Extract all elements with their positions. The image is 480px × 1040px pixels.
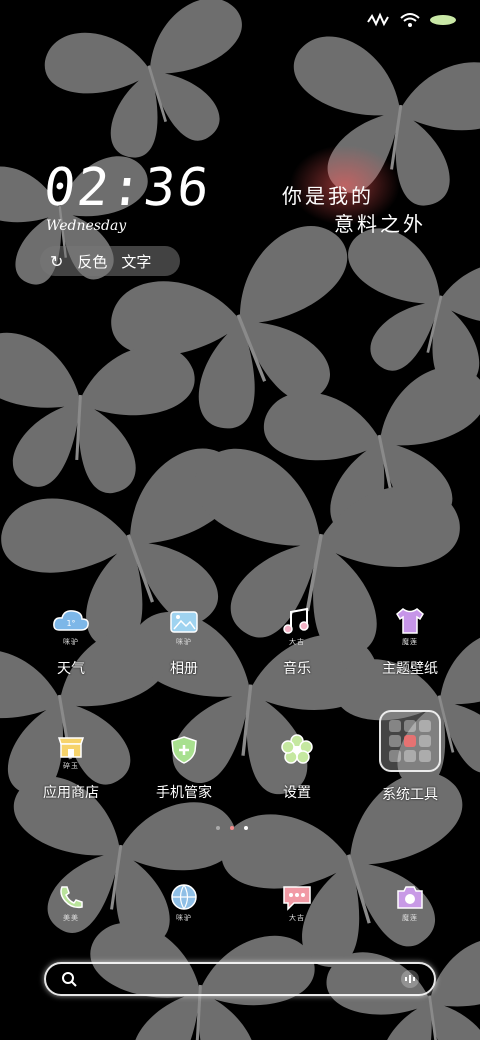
weather-icon: 1° 咪驴	[41, 598, 101, 654]
dock-camera[interactable]: 魔莲	[355, 872, 465, 932]
app-label: 主题壁纸	[382, 661, 438, 677]
app-tag: 碎玉	[63, 761, 79, 770]
quote-line-2: 意料之外	[334, 212, 426, 236]
page-indicator	[216, 826, 248, 830]
app-tag: 咪驴	[176, 637, 192, 646]
dock-phone[interactable]: 美美	[16, 872, 126, 932]
tshirt-icon: 魔莲	[380, 598, 440, 654]
search-bar[interactable]	[44, 962, 436, 996]
app-tag: 咪驴	[63, 637, 79, 646]
page-dot	[230, 826, 234, 830]
app-label: 系统工具	[382, 787, 438, 803]
app-gallery[interactable]: 咪驴 相册	[129, 598, 239, 678]
battery-icon	[430, 15, 456, 25]
music-note-icon: 大吉	[267, 598, 327, 654]
page-dot	[244, 826, 248, 830]
app-phone-manager[interactable]: 手机管家	[129, 722, 239, 802]
app-tag: 魔莲	[402, 637, 418, 646]
invert-color-button[interactable]: 反色	[77, 251, 107, 272]
camera-icon: 魔莲	[380, 872, 440, 932]
gallery-icon: 咪驴	[154, 598, 214, 654]
app-tag: 魔莲	[402, 913, 418, 922]
app-music[interactable]: 大吉 音乐	[242, 598, 352, 678]
app-store[interactable]: 碎玉 应用商店	[16, 722, 126, 802]
app-settings[interactable]: 设置	[242, 722, 352, 802]
store-icon: 碎玉	[41, 722, 101, 778]
app-label: 天气	[57, 661, 85, 677]
app-label: 应用商店	[43, 785, 99, 801]
search-icon	[62, 972, 77, 987]
app-tag: 大吉	[289, 913, 305, 922]
app-tag: 大吉	[289, 637, 305, 646]
clock-time: 02:36	[40, 158, 214, 218]
dock-browser[interactable]: 咪驴	[129, 872, 239, 932]
flower-gear-icon	[267, 722, 327, 778]
clock-weekday: Wednesday	[46, 218, 127, 234]
phone-icon: 美美	[41, 872, 101, 932]
app-tag: 美美	[63, 913, 79, 922]
signal-icon	[367, 12, 389, 27]
svg-text:1°: 1°	[66, 619, 75, 628]
quote-line-1: 你是我的	[282, 184, 374, 208]
app-theme-wallpaper[interactable]: 魔莲 主题壁纸	[355, 598, 465, 678]
app-label: 设置	[283, 785, 311, 801]
folder-system-tools[interactable]: 系统工具	[355, 710, 465, 804]
widget-toggle-bar: ↻ 反色 文字	[40, 246, 180, 276]
app-tag: 咪驴	[176, 913, 192, 922]
app-label: 手机管家	[156, 785, 212, 801]
shield-plus-icon	[154, 722, 214, 778]
folder-icon	[379, 710, 441, 772]
refresh-icon[interactable]: ↻	[50, 252, 63, 271]
text-button[interactable]: 文字	[121, 251, 151, 272]
app-weather[interactable]: 1° 咪驴 天气	[16, 598, 126, 678]
status-bar	[366, 10, 458, 30]
wifi-icon	[400, 13, 420, 27]
globe-icon: 咪驴	[154, 872, 214, 932]
dock-messages[interactable]: 大吉	[242, 872, 352, 932]
page-dot	[216, 826, 220, 830]
voice-icon[interactable]	[400, 969, 420, 989]
message-bubble-icon: 大吉	[267, 872, 327, 932]
app-label: 音乐	[283, 661, 311, 677]
app-label: 相册	[170, 661, 198, 677]
